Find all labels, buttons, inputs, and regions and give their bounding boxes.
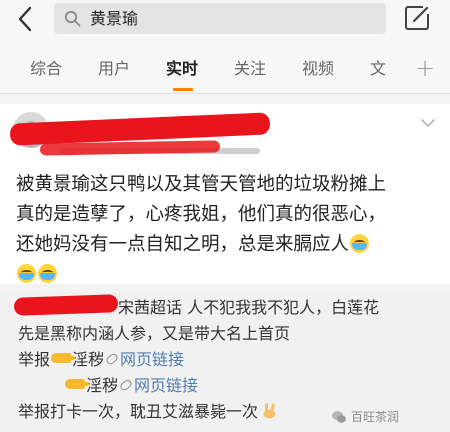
search-tabs: 综合 用户 实时 关注 视频 文 + <box>0 38 450 94</box>
pointing-hand-icon <box>51 353 76 363</box>
compose-icon[interactable] <box>403 4 431 32</box>
pointing-hand-icon <box>65 379 89 389</box>
active-tab-indicator <box>173 88 193 91</box>
search-query: 黄景瑜 <box>90 9 139 28</box>
tab-realtime[interactable]: 实时 <box>166 58 198 80</box>
tab-users[interactable]: 用户 <box>98 58 130 80</box>
watermark-text: 百旺茶润 <box>351 410 400 424</box>
post-body: 被黄景瑜这只鸭以及其管天管地的垃圾粉摊上 真的是造孽了，心疼我姐，他们真的很恶心… <box>16 170 436 290</box>
chevron-down-icon[interactable] <box>420 118 436 128</box>
web-link[interactable]: 网页链接 <box>134 376 198 395</box>
link-icon <box>104 352 120 366</box>
post-line: 被黄景瑜这只鸭以及其管天管地的垃圾粉摊上 <box>16 174 387 195</box>
search-input[interactable]: 黄景瑜 <box>54 3 386 34</box>
tab-video[interactable]: 视频 <box>302 58 334 80</box>
tab-following[interactable]: 关注 <box>234 58 266 80</box>
redaction-mark <box>13 294 119 316</box>
peace-hand-icon <box>263 403 276 419</box>
crying-face-icon <box>38 264 57 283</box>
post-line: 真的是造孽了，心疼我姐，他们真的很恶心， <box>16 204 387 225</box>
back-arrow-icon[interactable] <box>14 5 38 33</box>
comment-line: 举报打卡一次，耽丑艾滋暴毙一次 <box>18 401 278 423</box>
comment-line: 宋茜超话 人不犯我我不犯人，白莲花 <box>118 298 380 317</box>
tab-comprehensive[interactable]: 综合 <box>30 58 62 80</box>
redaction-mark <box>9 112 271 146</box>
search-icon <box>64 10 81 27</box>
crying-face-icon <box>17 264 36 283</box>
comment-line: 举报 淫秽 网页链接 <box>18 350 185 369</box>
tab-articles[interactable]: 文 <box>370 58 386 80</box>
crying-face-icon <box>350 234 370 253</box>
search-header: 黄景瑜 <box>0 0 450 38</box>
post-line: 还她妈没有一点自知之明，总是来膈应人 <box>16 230 436 260</box>
comment-line: 先是黑称内涵人参，又是带大名上首页 <box>18 324 291 343</box>
watermark: 百旺茶润 <box>331 407 399 427</box>
web-link[interactable]: 网页链接 <box>120 350 184 369</box>
add-tab-icon[interactable]: + <box>415 56 435 80</box>
post-line <box>16 260 436 290</box>
comment-line: 淫秽 网页链接 <box>64 375 198 397</box>
link-icon <box>118 378 134 392</box>
post-card: 被黄景瑜这只鸭以及其管天管地的垃圾粉摊上 真的是造孽了，心疼我姐，他们真的很恶心… <box>0 104 450 284</box>
wechat-icon <box>332 411 346 423</box>
